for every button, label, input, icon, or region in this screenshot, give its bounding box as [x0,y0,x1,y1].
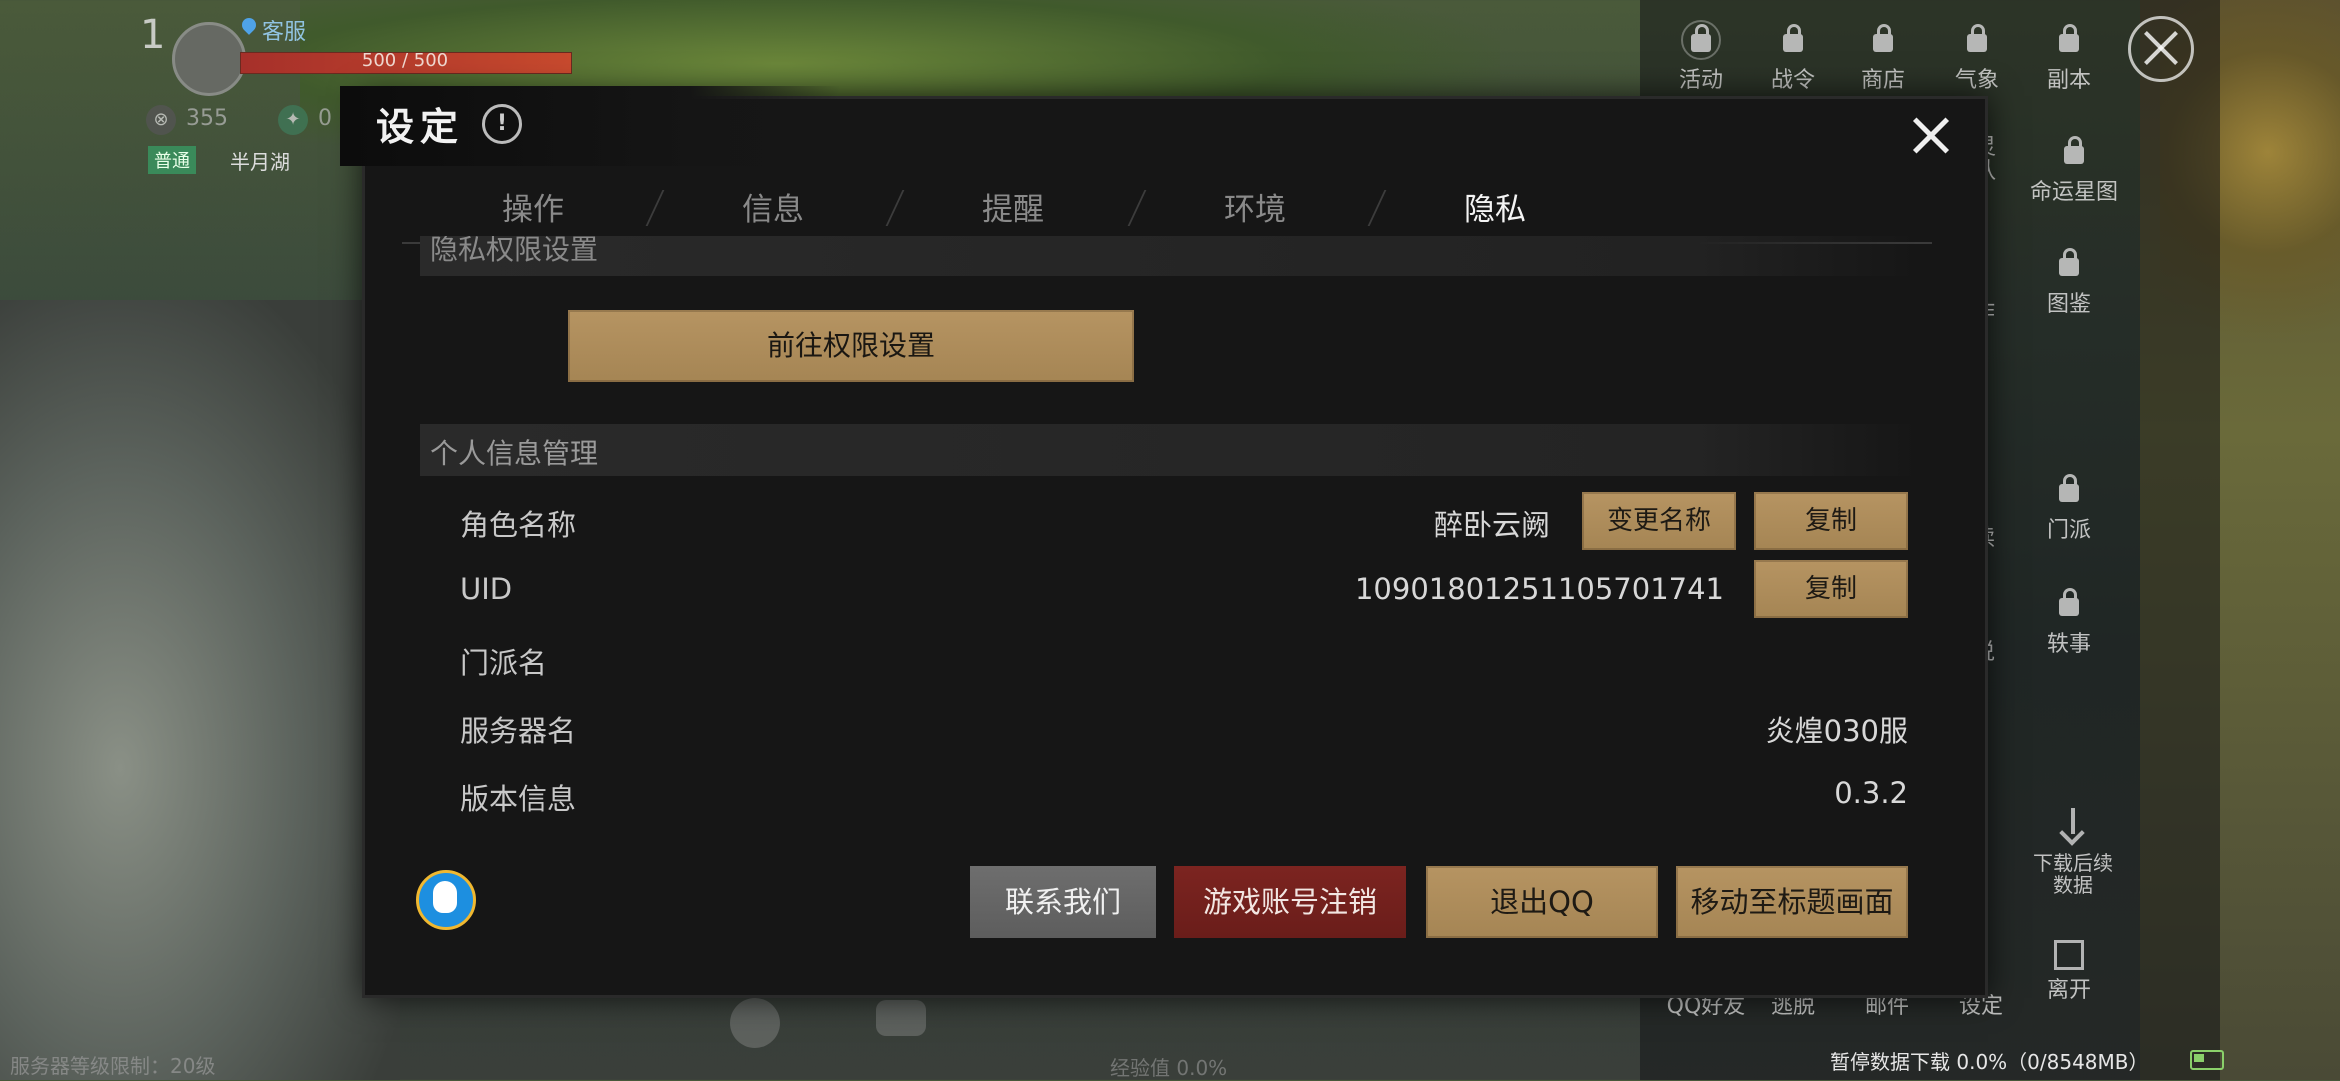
power-icon: ⊗ [146,105,176,135]
uid-value: 10901801251105701741 [1354,572,1724,606]
contact-us-button[interactable]: 联系我们 [970,866,1156,938]
menu-shop[interactable]: 商店 [1838,20,1928,94]
download-status: 暂停数据下载 0.0%（0/8548MB） [1830,1050,2149,1074]
sect-label: 门派名 [460,646,548,680]
server-level-limit: 服务器等级限制：20级 [10,1054,216,1078]
menu-label: 离开 [2046,978,2091,1003]
location-name: 半月湖 [230,150,290,174]
lock-icon [2049,244,2089,284]
permission-settings-button[interactable]: 前往权限设置 [568,310,1134,382]
menu-label: 气象 [1954,68,1999,93]
download-icon [2053,808,2093,848]
mode-badge: 普通 [148,146,196,174]
copy-name-button[interactable]: 复制 [1754,492,1908,550]
info-icon[interactable]: ! [482,104,522,144]
uid-label: UID [460,572,513,606]
tab-divider [1127,190,1147,226]
role-name-value: 醉卧云阙 [1433,508,1550,542]
tab-divider [885,190,905,226]
qq-icon [416,870,476,930]
hp-text: 500 / 500 [361,50,449,71]
power-value: 355 [186,106,228,131]
energy-icon: ✦ [278,105,308,135]
menu-label: 轶事 [2046,632,2091,657]
rock-backdrop [0,300,400,1080]
tab-info[interactable]: 信息 [742,184,804,229]
menu-label: 活动 [1678,68,1723,93]
menu-label: 命运星图 [2029,180,2118,205]
settings-tabs: 操作 信息 提醒 环境 隐私 [402,178,1932,244]
close-icon[interactable] [2128,16,2194,82]
delete-account-button[interactable]: 游戏账号注销 [1174,866,1406,938]
download-more-data[interactable]: 下载后续 数据 [2018,808,2128,896]
menu-codex[interactable]: 图鉴 [2024,244,2114,318]
tab-privacy[interactable]: 隐私 [1464,184,1526,229]
section-header-privacy: 隐私权限设置 [420,236,1920,276]
menu-dungeon[interactable]: 副本 [2024,20,2114,94]
location-pin-icon [239,15,259,35]
lock-icon [2049,20,2089,60]
tab-reminders[interactable]: 提醒 [982,184,1044,229]
lock-icon [1957,20,1997,60]
menu-label: 商店 [1860,68,1905,93]
service-tag[interactable]: 客服 [262,14,306,46]
menu-weather[interactable]: 气象 [1932,20,2022,94]
tab-environment[interactable]: 环境 [1224,184,1286,229]
tab-divider [1367,190,1387,226]
menu-label: 图鉴 [2046,292,2091,317]
menu-label: 门派 [2046,518,2091,543]
menu-leave[interactable]: 离开 [2024,940,2114,1004]
dialog-close-button[interactable] [1906,110,1956,160]
battery-icon [2190,1050,2224,1070]
server-name-value: 炎煌030服 [1765,714,1908,748]
logout-qq-button[interactable]: 退出QQ [1426,866,1658,938]
dialog-title: 设定 [376,104,465,149]
skill-icon[interactable] [730,998,780,1048]
menu-label: 副本 [2046,68,2091,93]
lock-icon [2049,584,2089,624]
server-name-label: 服务器名 [460,714,577,748]
return-to-title-button[interactable]: 移动至标题画面 [1676,866,1908,938]
menu-star-chart[interactable]: 命运星图 [2024,132,2124,206]
version-value: 0.3.2 [1834,776,1908,810]
lock-icon [1863,20,1903,60]
menu-anecdote[interactable]: 轶事 [2024,584,2114,658]
rename-button[interactable]: 变更名称 [1582,492,1736,550]
menu-battle-pass[interactable]: 战令 [1748,20,1838,94]
version-label: 版本信息 [460,782,577,816]
section-title: 个人信息管理 [430,437,599,470]
lock-icon [2049,470,2089,510]
player-level: 1 [140,12,166,58]
exp-text: 经验值 0.0% [1110,1056,1228,1080]
energy-value: 0 [318,106,332,131]
exit-icon [2054,940,2084,970]
lock-icon [1773,20,1813,60]
lock-icon [2054,132,2094,172]
lock-icon [1681,20,1721,60]
menu-activity[interactable]: 活动 [1656,20,1746,94]
avatar[interactable] [172,22,246,96]
copy-uid-button[interactable]: 复制 [1754,560,1908,618]
chat-icon[interactable] [876,1000,926,1036]
download-label: 下载后续 数据 [2033,851,2113,897]
section-title: 隐私权限设置 [430,236,599,266]
menu-label: 战令 [1770,68,1815,93]
tab-divider [645,190,665,226]
section-header-personal: 个人信息管理 [420,424,1920,476]
role-name-label: 角色名称 [460,508,577,542]
tab-controls[interactable]: 操作 [502,184,564,229]
menu-sect[interactable]: 门派 [2024,470,2114,544]
qq-penguin [433,881,457,913]
